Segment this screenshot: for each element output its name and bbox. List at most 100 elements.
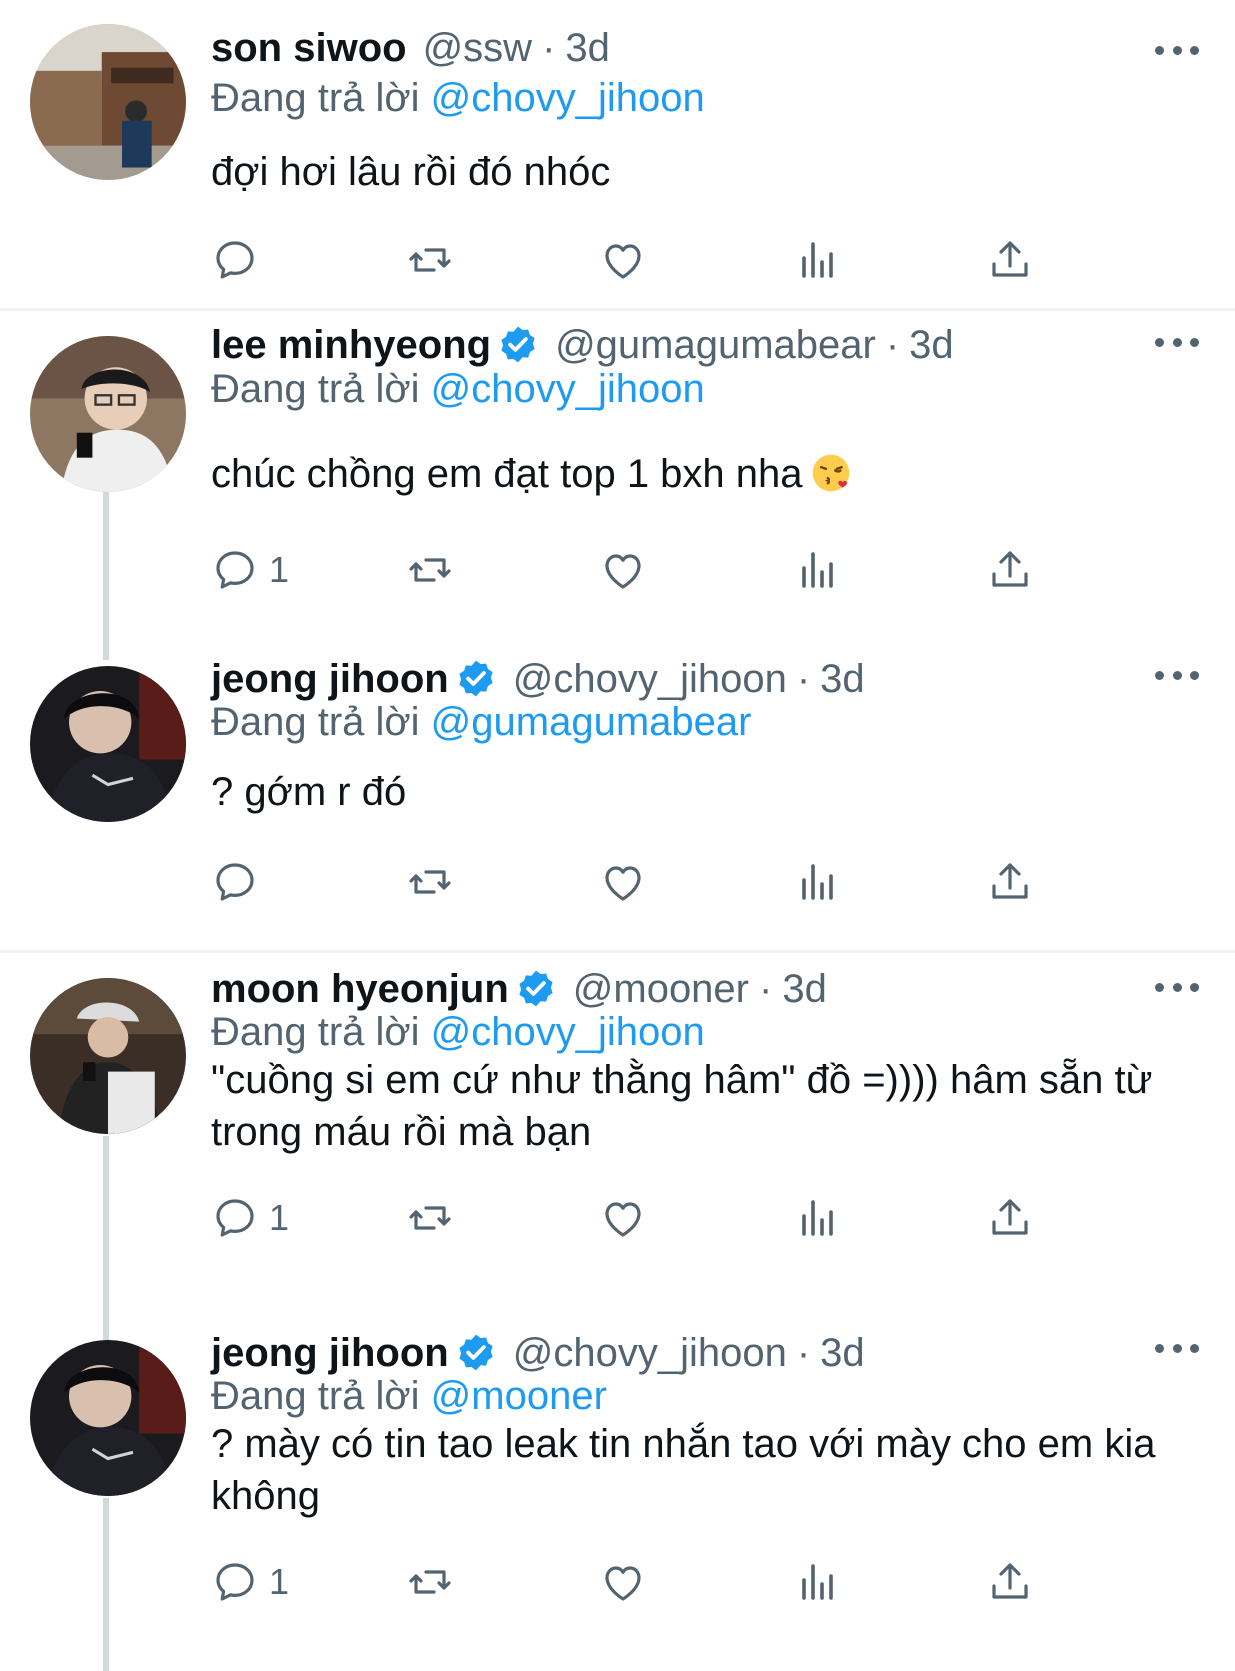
display-name[interactable]: jeong jihoon [211, 657, 449, 702]
analytics-icon [802, 242, 833, 278]
display-name[interactable]: moon hyeonjun [211, 967, 509, 1012]
action-bar: 1 [211, 1192, 1111, 1244]
like-button[interactable] [599, 1556, 647, 1608]
replying-to: Đang trả lời @gumagumabear [211, 700, 751, 745]
views-button[interactable] [794, 544, 842, 596]
separator-dot: · [759, 966, 773, 1011]
reply-button[interactable] [211, 234, 269, 286]
replying-to-label: Đang trả lời [211, 700, 420, 744]
action-bar [211, 856, 1111, 908]
separator-dot: · [796, 656, 811, 701]
heart-icon [605, 1566, 641, 1601]
kissing-heart-emoji-icon [812, 454, 849, 492]
timestamp[interactable]: 3d [820, 1331, 865, 1376]
more-options-icon[interactable] [1155, 977, 1199, 997]
timestamp[interactable]: 3d [909, 323, 954, 368]
replying-to-label: Đang trả lời [211, 1374, 420, 1418]
handle[interactable]: @gumagumabear [555, 323, 876, 368]
timestamp[interactable]: 3d [820, 657, 865, 702]
retweet-button[interactable] [406, 544, 454, 596]
retweet-button[interactable] [406, 1556, 454, 1608]
share-button[interactable] [986, 234, 1034, 286]
tweet-text: đợi hơi lâu rồi đó nhóc [211, 150, 611, 194]
avatar[interactable] [30, 1340, 186, 1496]
retweet-button[interactable] [406, 1192, 454, 1244]
views-button[interactable] [794, 234, 842, 286]
share-button[interactable] [986, 1192, 1034, 1244]
tweet-card[interactable]: jeong jihoon @chovy_jihoon · 3d Đang trả… [0, 644, 1235, 950]
more-options-icon[interactable] [1155, 665, 1199, 685]
analytics-icon [802, 1564, 833, 1600]
tweet-card[interactable]: jeong jihoon @chovy_jihoon · 3d Đang trả… [0, 1318, 1235, 1671]
retweet-button[interactable] [406, 856, 454, 908]
share-icon [992, 551, 1028, 587]
like-button[interactable] [599, 1192, 647, 1244]
handle[interactable]: @chovy_jihoon [513, 657, 787, 702]
display-name[interactable]: jeong jihoon [211, 1331, 449, 1376]
mention-link[interactable]: @gumagumabear [431, 700, 752, 744]
reply-count: 1 [269, 1561, 290, 1602]
more-options-icon[interactable] [1155, 1338, 1199, 1358]
separator-dot: · [885, 322, 900, 367]
mention-link[interactable]: @chovy_jihoon [431, 367, 705, 411]
tweet-card[interactable]: lee minhyeong @gumagumabear · 3d Đang tr… [0, 312, 1235, 634]
views-button[interactable] [794, 1556, 842, 1608]
reply-button[interactable] [211, 856, 269, 908]
timestamp[interactable]: 3d [565, 26, 610, 71]
replying-to-label: Đang trả lời [211, 1010, 420, 1054]
replying-to: Đang trả lời @chovy_jihoon [211, 1010, 705, 1055]
divider [0, 308, 1235, 311]
mention-link[interactable]: @mooner [431, 1374, 607, 1418]
heart-icon [605, 1202, 641, 1237]
verified-badge-icon [519, 970, 553, 1007]
timestamp[interactable]: 3d [782, 967, 827, 1012]
share-button[interactable] [986, 544, 1034, 596]
display-name[interactable]: lee minhyeong [211, 323, 491, 368]
display-name[interactable]: son siwoo [211, 26, 407, 71]
handle[interactable]: @mooner [573, 967, 749, 1012]
avatar[interactable] [30, 666, 186, 822]
tweet-text: ? mày có tin tao leak tin nhắn tao với m… [211, 1422, 1156, 1518]
tweet-card[interactable]: moon hyeonjun @mooner · 3d Đang trả lời … [0, 954, 1235, 1308]
reply-icon [216, 1563, 254, 1601]
more-options-icon[interactable] [1155, 40, 1199, 60]
separator-dot: · [796, 1330, 811, 1375]
handle[interactable]: @ssw [423, 26, 533, 71]
views-button[interactable] [794, 856, 842, 908]
retweet-icon [409, 870, 451, 894]
action-bar: 1 [211, 1556, 1111, 1608]
tweet-card[interactable]: son siwoo @ssw · 3d Đang trả lời @chovy_… [0, 0, 1235, 308]
avatar[interactable] [30, 24, 186, 180]
heart-icon [605, 244, 641, 279]
replying-to-label: Đang trả lời [211, 367, 420, 411]
separator-dot: · [542, 25, 556, 70]
like-button[interactable] [599, 544, 647, 596]
retweet-icon [409, 1570, 451, 1594]
reply-icon [216, 551, 254, 589]
handle[interactable]: @chovy_jihoon [513, 1331, 787, 1376]
reply-count: 1 [269, 1197, 290, 1238]
share-icon [992, 1563, 1028, 1599]
verified-badge-icon [459, 660, 493, 697]
reply-icon [216, 1199, 254, 1237]
like-button[interactable] [599, 856, 647, 908]
mention-link[interactable]: @chovy_jihoon [431, 76, 705, 120]
share-icon [992, 863, 1028, 899]
reply-button[interactable]: 1 [211, 1192, 289, 1244]
views-button[interactable] [794, 1192, 842, 1244]
reply-button[interactable]: 1 [211, 544, 289, 596]
action-bar: 1 [211, 544, 1111, 596]
more-options-icon[interactable] [1155, 332, 1199, 352]
share-button[interactable] [986, 1556, 1034, 1608]
share-button[interactable] [986, 856, 1034, 908]
heart-icon [605, 554, 641, 589]
action-bar [211, 234, 1111, 286]
avatar[interactable] [30, 978, 186, 1134]
replying-to: Đang trả lời @mooner [211, 1374, 607, 1419]
retweet-button[interactable] [406, 234, 454, 286]
reply-button[interactable]: 1 [211, 1556, 289, 1608]
avatar[interactable] [30, 336, 186, 492]
mention-link[interactable]: @chovy_jihoon [431, 1010, 705, 1054]
reply-icon [216, 241, 254, 279]
like-button[interactable] [599, 234, 647, 286]
